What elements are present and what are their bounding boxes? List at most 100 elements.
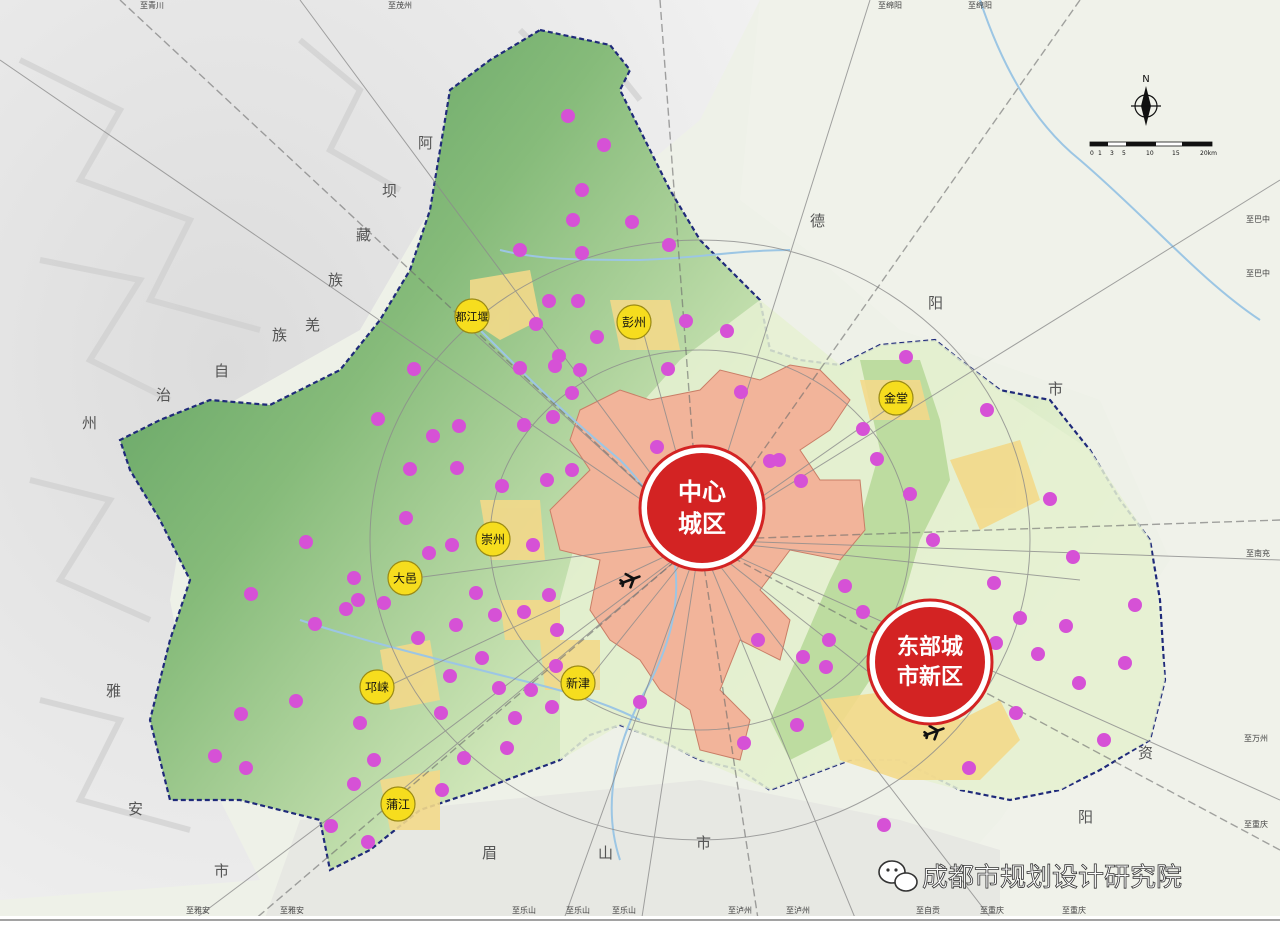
poi-dot	[1128, 598, 1142, 612]
district-marker[interactable]: 彭州	[616, 304, 652, 340]
aba-label-3: 藏	[356, 226, 371, 244]
district-marker[interactable]: 邛崃	[359, 669, 395, 705]
poi-dot	[308, 617, 322, 631]
poi-dot	[351, 593, 365, 607]
poi-dot	[540, 473, 554, 487]
poi-dot	[299, 535, 313, 549]
poi-dot	[452, 419, 466, 433]
poi-dot	[449, 618, 463, 632]
poi-dot	[324, 819, 338, 833]
poi-dot	[962, 761, 976, 775]
poi-dot	[524, 683, 538, 697]
poi-dot	[565, 386, 579, 400]
poi-dot	[1097, 733, 1111, 747]
edge-bottom-6: 至泸州	[728, 905, 752, 915]
edge-bottom-9: 至重庆	[980, 905, 1004, 915]
ziyang-label-2: 阳	[1078, 808, 1093, 826]
poi-dot	[1031, 647, 1045, 661]
poi-dot	[529, 317, 543, 331]
poi-dot	[575, 246, 589, 260]
poi-dot	[422, 546, 436, 560]
poi-dot	[597, 138, 611, 152]
poi-dot	[1118, 656, 1132, 670]
district-marker[interactable]: 蒲江	[380, 786, 416, 822]
poi-dot	[720, 324, 734, 338]
poi-dot	[1072, 676, 1086, 690]
poi-dot	[819, 660, 833, 674]
north-arrow-label: N	[1142, 74, 1149, 85]
scale-label-15: 15	[1172, 150, 1180, 157]
edge-right-3: 至南充	[1246, 548, 1270, 558]
poi-dot	[575, 183, 589, 197]
poi-dot	[650, 440, 664, 454]
poi-dot	[573, 363, 587, 377]
edge-right-2: 至巴中	[1246, 268, 1270, 278]
central-city-line1: 中心	[678, 478, 726, 506]
scale-label-20km: 20km	[1200, 150, 1217, 157]
eastern-new-city-marker[interactable]: 东部城 市新区	[866, 598, 994, 726]
poi-dot	[546, 410, 560, 424]
poi-dot	[244, 587, 258, 601]
edge-bottom-8: 至自贡	[916, 905, 940, 915]
poi-dot	[751, 633, 765, 647]
poi-dot	[426, 429, 440, 443]
poi-dot	[445, 538, 459, 552]
poi-dot	[565, 463, 579, 477]
poi-dot	[548, 359, 562, 373]
poi-dot	[561, 109, 575, 123]
edge-top-4: 至绵阳	[968, 0, 992, 10]
district-label: 邛崃	[365, 681, 389, 695]
edge-top-2: 至茂州	[388, 0, 412, 10]
poi-dot	[1059, 619, 1073, 633]
yaan-label-1: 雅	[106, 682, 121, 700]
poi-dot	[590, 330, 604, 344]
poi-dot	[469, 586, 483, 600]
poi-dot	[411, 631, 425, 645]
district-label: 都江堰	[456, 311, 489, 324]
poi-dot	[1009, 706, 1023, 720]
meishan-label-2: 山	[598, 844, 613, 862]
scale-label-0: 0	[1090, 150, 1094, 157]
poi-dot	[679, 314, 693, 328]
district-label: 崇州	[481, 533, 505, 547]
district-marker[interactable]: 金堂	[878, 380, 914, 416]
poi-dot	[734, 385, 748, 399]
scale-label-1: 1	[1098, 150, 1102, 157]
edge-right-4: 至万州	[1244, 734, 1268, 743]
district-marker[interactable]: 崇州	[475, 521, 511, 557]
aba-label-1: 阿	[418, 134, 433, 152]
aba-label-8: 治	[156, 386, 171, 404]
central-city-marker[interactable]: 中心 城区	[638, 444, 766, 572]
poi-dot	[794, 474, 808, 488]
poi-dot	[488, 608, 502, 622]
poi-dot	[347, 571, 361, 585]
poi-dot	[513, 243, 527, 257]
poi-dot	[870, 452, 884, 466]
poi-dot	[361, 835, 375, 849]
poi-dot	[289, 694, 303, 708]
aba-label-9: 州	[82, 414, 97, 432]
yaan-label-2: 安	[128, 800, 143, 818]
poi-dot	[822, 633, 836, 647]
edge-right-5: 至重庆	[1244, 819, 1268, 829]
district-label: 大邑	[393, 572, 417, 586]
poi-dot	[353, 716, 367, 730]
poi-dot	[899, 350, 913, 364]
poi-dot	[926, 533, 940, 547]
meishan-label-3: 市	[696, 834, 711, 852]
poi-dot	[542, 588, 556, 602]
poi-dot	[633, 695, 647, 709]
district-marker[interactable]: 都江堰	[454, 298, 490, 334]
poi-dot	[492, 681, 506, 695]
district-label: 金堂	[884, 391, 908, 406]
aba-label-5: 羌	[305, 316, 320, 334]
aba-label-7: 自	[214, 362, 229, 380]
district-marker[interactable]: 大邑	[387, 560, 423, 596]
ziyang-label-1: 资	[1138, 744, 1153, 762]
central-city-line2: 城区	[678, 510, 726, 538]
deyang-label-1: 德	[810, 212, 825, 230]
edge-right-1: 至巴中	[1246, 214, 1270, 224]
poi-dot	[987, 576, 1001, 590]
edge-bottom-2: 至雅安	[280, 905, 304, 915]
district-marker[interactable]: 新津	[560, 665, 596, 701]
